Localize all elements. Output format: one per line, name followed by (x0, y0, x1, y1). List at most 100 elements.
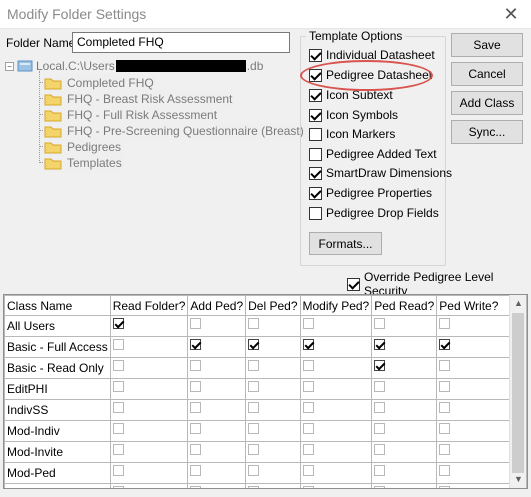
column-header[interactable]: Del Ped? (245, 295, 301, 316)
option-checkbox[interactable] (309, 48, 322, 62)
template-option[interactable]: Icon Markers (309, 126, 395, 142)
permission-checkbox[interactable] (302, 360, 314, 371)
permission-checkbox[interactable] (374, 423, 386, 434)
class-name-cell[interactable]: Mod-Ped (4, 462, 111, 484)
class-name-cell[interactable]: All Users (4, 315, 111, 337)
permission-checkbox[interactable] (248, 486, 260, 488)
scroll-up-icon[interactable]: ▲ (510, 295, 527, 312)
permission-checkbox[interactable] (439, 423, 451, 434)
option-checkbox[interactable] (309, 206, 322, 220)
close-icon[interactable]: ✕ (499, 2, 523, 26)
permission-checkbox[interactable] (439, 360, 451, 371)
permission-checkbox[interactable] (302, 444, 314, 455)
permission-checkbox[interactable] (112, 402, 124, 413)
option-checkbox[interactable] (309, 108, 322, 122)
permission-checkbox[interactable] (248, 381, 260, 392)
permission-checkbox[interactable] (439, 402, 451, 413)
permission-checkbox[interactable] (439, 465, 451, 476)
class-name-cell[interactable]: IndivSS (4, 399, 111, 421)
permission-checkbox[interactable] (302, 381, 314, 392)
permission-checkbox[interactable] (248, 318, 260, 329)
permission-checkbox[interactable] (302, 318, 314, 329)
permission-checkbox[interactable] (302, 465, 314, 476)
column-header[interactable]: Class Name (4, 295, 111, 316)
vertical-scrollbar[interactable]: ▲ ▼ (509, 295, 526, 488)
permission-checkbox[interactable] (112, 381, 124, 392)
permission-checkbox[interactable] (112, 486, 124, 488)
formats-button[interactable]: Formats... (309, 232, 382, 255)
permission-checkbox[interactable] (190, 360, 202, 371)
permission-checkbox[interactable] (190, 402, 202, 413)
scroll-down-icon[interactable]: ▼ (510, 471, 527, 488)
option-checkbox[interactable] (309, 166, 322, 180)
override-security-option[interactable]: Override Pedigree Level Security (347, 270, 531, 298)
permission-checkbox[interactable] (190, 318, 202, 329)
class-name-cell[interactable]: ProgAdmin (4, 483, 111, 488)
permission-checkbox[interactable] (302, 423, 314, 434)
option-checkbox[interactable] (309, 186, 322, 200)
permission-checkbox[interactable] (248, 444, 260, 455)
permission-checkbox[interactable] (439, 381, 451, 392)
permission-checkbox[interactable] (374, 486, 386, 488)
permission-checkbox[interactable] (439, 339, 451, 350)
cancel-button[interactable]: Cancel (451, 62, 523, 86)
permission-checkbox[interactable] (190, 465, 202, 476)
permission-checkbox[interactable] (248, 339, 260, 350)
class-name-cell[interactable]: Mod-Invite (4, 441, 111, 463)
class-name-cell[interactable]: EditPHI (4, 378, 111, 400)
override-checkbox[interactable] (347, 277, 360, 291)
sync-button[interactable]: Sync... (451, 120, 523, 144)
class-name-cell[interactable]: Basic - Read Only (4, 357, 111, 379)
permission-checkbox[interactable] (190, 381, 202, 392)
permission-checkbox[interactable] (302, 486, 314, 488)
permission-checkbox[interactable] (112, 444, 124, 455)
permission-checkbox[interactable] (374, 360, 386, 371)
save-button[interactable]: Save (451, 33, 523, 57)
column-header[interactable]: Modify Ped? (299, 295, 373, 316)
permission-checkbox[interactable] (374, 339, 386, 350)
class-name-cell[interactable]: Mod-Indiv (4, 420, 111, 442)
column-header[interactable]: Add Ped? (187, 295, 247, 316)
permission-checkbox[interactable] (248, 465, 260, 476)
scroll-thumb[interactable] (512, 313, 524, 473)
permission-checkbox[interactable] (190, 486, 202, 488)
permission-checkbox[interactable] (248, 360, 260, 371)
template-option[interactable]: Icon Symbols (309, 107, 398, 123)
permission-checkbox[interactable] (374, 465, 386, 476)
permission-checkbox[interactable] (374, 402, 386, 413)
permission-checkbox[interactable] (302, 339, 314, 350)
permission-checkbox[interactable] (248, 402, 260, 413)
permission-checkbox[interactable] (439, 318, 451, 329)
permission-checkbox[interactable] (302, 402, 314, 413)
permission-checkbox[interactable] (374, 444, 386, 455)
column-header[interactable]: Ped Read? (371, 295, 438, 316)
permission-checkbox[interactable] (112, 423, 124, 434)
permission-checkbox[interactable] (112, 360, 124, 371)
option-checkbox[interactable] (309, 147, 322, 161)
option-label: Pedigree Drop Fields (326, 206, 439, 220)
template-option[interactable]: Pedigree Added Text (309, 146, 437, 162)
option-checkbox[interactable] (309, 127, 322, 141)
class-name-cell[interactable]: Basic - Full Access (4, 336, 111, 358)
add-class-button[interactable]: Add Class (451, 91, 523, 115)
permission-checkbox[interactable] (439, 486, 451, 488)
tree-root[interactable]: − Local.C:\Users .db (5, 58, 263, 74)
permission-checkbox[interactable] (112, 318, 124, 329)
permission-checkbox[interactable] (374, 381, 386, 392)
permission-checkbox[interactable] (190, 423, 202, 434)
tree-folder-item[interactable]: Templates (44, 154, 124, 172)
permission-checkbox[interactable] (190, 444, 202, 455)
template-option[interactable]: SmartDraw Dimensions (309, 165, 452, 181)
permission-checkbox[interactable] (439, 444, 451, 455)
option-checkbox[interactable] (309, 88, 322, 102)
permission-checkbox[interactable] (112, 465, 124, 476)
collapse-icon[interactable]: − (5, 61, 14, 71)
permission-checkbox[interactable] (374, 318, 386, 329)
template-option[interactable]: Pedigree Drop Fields (309, 205, 439, 221)
column-header[interactable]: Read Folder? (109, 295, 189, 316)
permission-checkbox[interactable] (248, 423, 260, 434)
permission-checkbox[interactable] (190, 339, 202, 350)
template-option[interactable]: Pedigree Properties (309, 185, 432, 201)
permission-checkbox[interactable] (112, 339, 124, 350)
folder-name-input[interactable]: Completed FHQ (72, 32, 290, 53)
